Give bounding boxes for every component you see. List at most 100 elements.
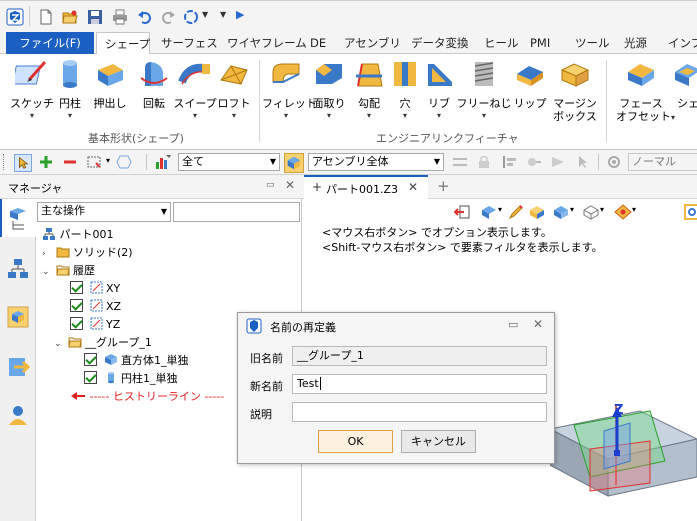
tree-row-history-line[interactable]: ----- ヒストリーライン -----	[70, 388, 224, 406]
tree-row-solid[interactable]: › ソリッド(2)	[42, 244, 133, 262]
view-settings-icon[interactable]	[606, 154, 622, 170]
chevron-down-icon[interactable]: ▾	[600, 205, 604, 214]
play-icon[interactable]: ▶	[236, 8, 244, 21]
operation-mode-value: 主な操作	[41, 204, 85, 217]
tree-row-box[interactable]: 直方体1_単独	[84, 352, 189, 370]
ok-button[interactable]: OK	[318, 430, 393, 453]
zoom-fit-icon[interactable]	[684, 204, 697, 220]
visibility-checkbox[interactable]	[70, 299, 83, 312]
tree-row-history[interactable]: ⌄ 履歴	[42, 262, 95, 280]
tab-tools[interactable]: ツール	[567, 32, 618, 54]
operation-mode-select[interactable]: 主な操作 ▼	[37, 202, 171, 222]
move-icon[interactable]	[550, 155, 566, 169]
assembly-scope-icon[interactable]	[284, 153, 304, 173]
new-name-input[interactable]: Test	[292, 374, 547, 394]
open-folder-icon[interactable]	[62, 9, 78, 25]
thread-button[interactable]: フリーねじ ▾	[456, 58, 512, 120]
close-tab-icon[interactable]: ✕	[408, 180, 418, 194]
tab-data-convert[interactable]: データ変換	[403, 32, 477, 54]
tab-light[interactable]: 光源	[616, 32, 655, 54]
tree-row-yz[interactable]: YZ	[70, 316, 120, 334]
rotate-view-icon[interactable]	[183, 9, 199, 25]
redo-icon[interactable]	[160, 9, 176, 25]
tab-shape[interactable]: シェープ	[96, 32, 150, 55]
component-icon[interactable]	[526, 155, 542, 169]
margin-box-button[interactable]: マージン ボックス	[550, 58, 600, 123]
chevron-down-icon[interactable]: ▾	[498, 205, 502, 214]
chevron-right-icon[interactable]: ›	[42, 245, 52, 263]
scope-select[interactable]: アセンブリ全体 ▼	[308, 153, 444, 171]
lip-button[interactable]: リップ	[506, 58, 554, 111]
help-icon[interactable]: ▭	[508, 318, 518, 331]
tree-row-part001[interactable]: パート001	[42, 226, 114, 244]
tree-row-xz[interactable]: XZ	[70, 298, 121, 316]
description-input[interactable]	[292, 402, 547, 422]
render-icon[interactable]	[614, 204, 632, 220]
wireframe-view-icon[interactable]	[582, 204, 600, 220]
undo-icon[interactable]	[137, 9, 153, 25]
export-icon[interactable]	[6, 355, 30, 379]
pin-icon[interactable]: +	[312, 180, 322, 194]
add-icon[interactable]	[38, 154, 54, 170]
tab-inf[interactable]: インフ	[660, 32, 697, 54]
dialog-titlebar[interactable]: 名前の再定義 ▭ ✕	[238, 313, 554, 339]
exit-icon[interactable]	[454, 205, 470, 219]
chevron-down-icon[interactable]: ▾	[632, 205, 636, 214]
shaded-view-icon[interactable]	[528, 204, 546, 220]
tab-pmi[interactable]: PMI	[522, 32, 558, 54]
tree-row-group[interactable]: ⌄ __グループ_1	[54, 334, 152, 352]
box-select-icon[interactable]	[86, 154, 102, 170]
tab-assembly[interactable]: アセンブリ	[336, 32, 409, 54]
tab-file[interactable]: ファイル(F)	[6, 32, 94, 54]
fillet-button[interactable]: フィレット ▾	[262, 58, 317, 120]
model-3d-box[interactable]	[550, 401, 697, 521]
assembly-tree-icon[interactable]	[6, 257, 30, 281]
tree-row-cylinder[interactable]: 円柱1_単独	[84, 370, 178, 388]
shell-button[interactable]: シェ	[668, 58, 697, 111]
pencil-icon[interactable]	[508, 204, 524, 220]
user-icon[interactable]	[6, 403, 30, 427]
visibility-checkbox[interactable]	[70, 281, 83, 294]
tree-row-xy[interactable]: XY	[70, 280, 120, 298]
remove-icon[interactable]	[62, 154, 78, 170]
history-tree-icon[interactable]	[6, 207, 30, 231]
pointer-icon[interactable]	[574, 155, 590, 169]
pick-cursor-icon[interactable]	[14, 154, 32, 172]
lock-icon[interactable]	[476, 155, 492, 169]
align-icon[interactable]	[502, 155, 518, 169]
manager-search-input[interactable]	[173, 202, 300, 222]
new-file-icon[interactable]	[38, 9, 54, 25]
loft-button[interactable]: ロフト ▾	[210, 58, 258, 120]
rotate-view-dropdown-icon[interactable]: ▼	[202, 10, 208, 19]
extrude-button[interactable]: 押出し	[86, 58, 134, 111]
view-mode-select[interactable]: ノーマル	[628, 153, 697, 171]
cube-view-icon[interactable]	[552, 204, 570, 220]
visibility-checkbox[interactable]	[84, 371, 97, 384]
close-panel-icon[interactable]: ✕	[285, 178, 295, 192]
cancel-button[interactable]: キャンセル	[401, 430, 476, 453]
tab-part001[interactable]: + パート001.Z3 ✕	[304, 175, 428, 199]
tab-de[interactable]: DE	[302, 32, 334, 54]
filter-select[interactable]: 全て ▼	[178, 153, 280, 171]
chevron-down-icon[interactable]: ▾	[106, 156, 110, 165]
restore-panel-icon[interactable]: ▭	[266, 180, 275, 190]
display-mode-icon[interactable]	[480, 204, 498, 220]
filter-icon[interactable]	[154, 154, 172, 170]
tab-surface[interactable]: サーフェス	[153, 32, 226, 54]
chevron-down-icon[interactable]: ▾	[570, 205, 574, 214]
visibility-checkbox[interactable]	[70, 317, 83, 330]
face-offset-button[interactable]: フェース オフセット▾	[616, 58, 675, 124]
close-dialog-icon[interactable]: ✕	[533, 317, 543, 331]
chevron-down-icon[interactable]: ⌄	[54, 335, 64, 353]
customize-icon[interactable]: ▼	[220, 10, 226, 19]
visibility-checkbox[interactable]	[84, 353, 97, 366]
polygon-select-icon[interactable]	[116, 154, 132, 170]
constraint-icon[interactable]	[452, 155, 468, 169]
new-tab-icon[interactable]: +	[437, 177, 450, 195]
tab-heal[interactable]: ヒール	[476, 32, 527, 54]
chevron-down-icon[interactable]: ⌄	[42, 263, 52, 281]
save-icon[interactable]	[87, 9, 103, 25]
part-view-icon[interactable]	[6, 305, 30, 329]
print-icon[interactable]	[112, 9, 128, 25]
tab-wireframe[interactable]: ワイヤフレーム	[219, 32, 315, 54]
